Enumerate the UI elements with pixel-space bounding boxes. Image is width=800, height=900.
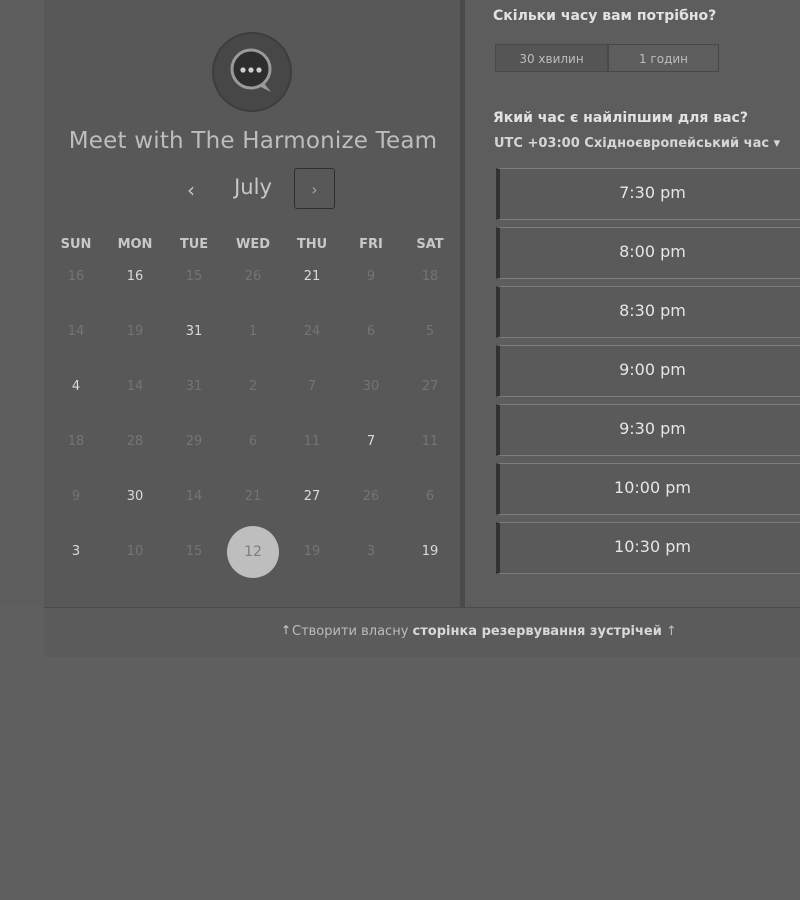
footer-link-text: сторінка резервування зустрічей	[412, 624, 662, 639]
selected-day[interactable]: 12	[227, 526, 279, 578]
month-label: July	[234, 175, 272, 199]
duration-question: Скільки часу вам потрібно?	[493, 8, 717, 24]
calendar-day[interactable]: 21	[233, 485, 273, 509]
calendar-day[interactable]: 9	[351, 265, 391, 289]
calendar-day[interactable]: 1	[233, 320, 273, 344]
weekday-sun: SUN	[60, 237, 92, 252]
calendar-day[interactable]: 31	[174, 375, 214, 399]
weekday-wed: WED	[235, 237, 270, 252]
calendar-day[interactable]: 14	[56, 320, 96, 344]
chevron-down-icon: ▾	[773, 136, 781, 151]
calendar-day[interactable]: 2	[233, 375, 273, 399]
calendar-day[interactable]: 31	[174, 320, 214, 344]
time-slot[interactable]: 9:30 pm	[496, 404, 800, 456]
calendar-day[interactable]: 30	[115, 485, 155, 509]
time-slot-label: 9:30 pm	[619, 419, 686, 438]
calendar-day[interactable]: 15	[174, 540, 214, 564]
weekday-mon: MON	[117, 237, 153, 252]
time-slot[interactable]: 8:30 pm	[496, 286, 800, 338]
calendar-day[interactable]: 26	[233, 265, 273, 289]
weekday-tue: TUE	[179, 237, 209, 252]
time-slot-label: 7:30 pm	[619, 183, 686, 202]
calendar-day[interactable]: 11	[292, 430, 332, 454]
weekday-sat: SAT	[416, 237, 444, 252]
time-slot[interactable]: 9:00 pm	[496, 345, 800, 397]
calendar-day[interactable]: 15	[174, 265, 214, 289]
external-link-icon: ↑	[665, 624, 677, 639]
calendar-day[interactable]: 11	[410, 430, 450, 454]
time-slot[interactable]: 10:00 pm	[496, 463, 800, 515]
time-slot[interactable]: 8:00 pm	[496, 227, 800, 279]
calendar-day[interactable]: 19	[292, 540, 332, 564]
create-booking-page-link[interactable]: Створити власну сторінка резервування зу…	[292, 624, 677, 639]
calendar-day[interactable]: 16	[115, 265, 155, 289]
page-background	[0, 657, 800, 900]
calendar-day[interactable]: 4	[56, 375, 96, 399]
duration-option-30min[interactable]: 30 хвилин	[495, 44, 608, 72]
calendar-day[interactable]: 18	[410, 265, 450, 289]
calendar-day[interactable]: 26	[351, 485, 391, 509]
time-question: Який час є найліпшим для вас?	[493, 110, 748, 126]
time-slot[interactable]: 7:30 pm	[496, 168, 800, 220]
calendar-day[interactable]: 10	[115, 540, 155, 564]
time-slot-label: 9:00 pm	[619, 360, 686, 379]
calendar-day[interactable]: 7	[351, 430, 391, 454]
calendar-day[interactable]: 27	[292, 485, 332, 509]
calendar-day[interactable]: 14	[174, 485, 214, 509]
calendar-day[interactable]: 7	[292, 375, 332, 399]
weekday-thu: THU	[296, 237, 328, 252]
timezone-label: UTC +03:00 Східноєвропейський час	[494, 136, 770, 151]
time-slot[interactable]: 10:30 pm	[496, 522, 800, 574]
arrow-up-icon: ↑	[281, 623, 292, 637]
calendar-day[interactable]: 27	[410, 375, 450, 399]
calendar-day[interactable]: 16	[56, 265, 96, 289]
calendar-day[interactable]: 3	[56, 540, 96, 564]
footer-prefix: Створити власну	[292, 624, 409, 639]
chevron-left-icon[interactable]: ‹	[180, 176, 202, 204]
timezone-selector[interactable]: UTC +03:00 Східноєвропейський час ▾	[494, 136, 780, 151]
calendar-day[interactable]: 18	[56, 430, 96, 454]
calendar-day[interactable]: 14	[115, 375, 155, 399]
time-slot-label: 10:00 pm	[614, 478, 691, 497]
calendar-day[interactable]: 21	[292, 265, 332, 289]
time-slot-label: 8:00 pm	[619, 242, 686, 261]
calendar-day[interactable]: 9	[56, 485, 96, 509]
next-month-button[interactable]: ›	[294, 168, 335, 209]
calendar-day[interactable]: 5	[410, 320, 450, 344]
calendar-day[interactable]: 19	[115, 320, 155, 344]
calendar-day[interactable]: 29	[174, 430, 214, 454]
time-slot-label: 10:30 pm	[614, 537, 691, 556]
team-logo	[212, 32, 292, 112]
calendar-day[interactable]: 6	[233, 430, 273, 454]
calendar-day[interactable]: 6	[351, 320, 391, 344]
calendar-day[interactable]: 30	[351, 375, 391, 399]
calendar-day[interactable]: 28	[115, 430, 155, 454]
duration-option-1hour[interactable]: 1 годин	[608, 44, 719, 72]
calendar-day[interactable]: 24	[292, 320, 332, 344]
chevron-right-icon: ›	[311, 180, 318, 199]
calendar-day[interactable]: 6	[410, 485, 450, 509]
weekday-fri: FRI	[359, 237, 383, 252]
calendar-day[interactable]: 3	[351, 540, 391, 564]
page-title: Meet with The Harmonize Team	[68, 128, 438, 154]
page-margin	[0, 0, 44, 605]
chat-bubble-icon	[230, 48, 272, 92]
time-slot-label: 8:30 pm	[619, 301, 686, 320]
calendar-day[interactable]: 19	[410, 540, 450, 564]
